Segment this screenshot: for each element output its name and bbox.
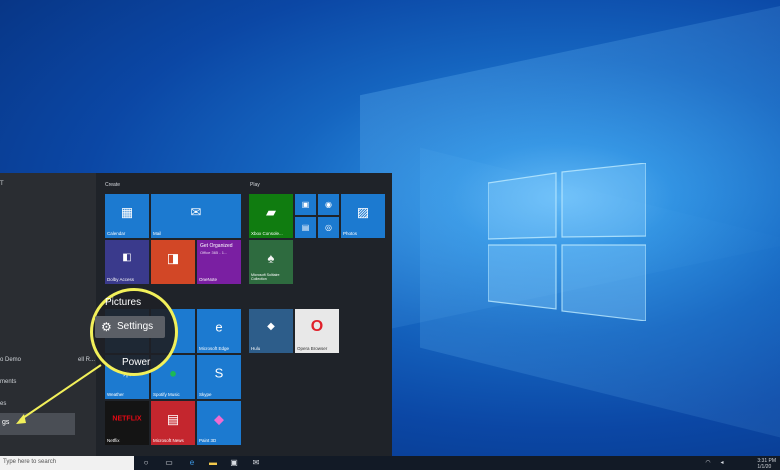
dolby-icon: ◧ bbox=[122, 252, 132, 264]
tile-label: Calendar bbox=[107, 231, 126, 236]
tile-label: Mail bbox=[153, 231, 162, 236]
tile-skype[interactable]: S Skype bbox=[197, 355, 241, 399]
tile-label: Xbox Console... bbox=[251, 231, 283, 236]
callout-power[interactable]: Power bbox=[122, 357, 150, 368]
tile-solitaire[interactable]: ♠ Microsoft Solitaire Collection bbox=[249, 240, 293, 284]
search-placeholder: Type here to search bbox=[3, 459, 57, 465]
tile-label: OneNote bbox=[199, 277, 218, 282]
settings-callout: Pictures ⚙ Settings Power bbox=[90, 288, 178, 376]
tile-label: Skype bbox=[199, 392, 212, 397]
spotify-icon: ● bbox=[169, 365, 177, 381]
tile-xbox[interactable]: ▰ Xbox Console... bbox=[249, 194, 293, 238]
calendar-icon: ▦ bbox=[120, 204, 134, 220]
tile-photos[interactable]: ▨ Photos bbox=[341, 194, 385, 238]
volume-icon[interactable]: ◂ bbox=[716, 457, 728, 469]
tile-paint3d[interactable]: ◆ Paint 3D bbox=[197, 401, 241, 445]
tile-dolby[interactable]: ◧ Dolby Access bbox=[105, 240, 149, 284]
tile-movies[interactable]: ▣ bbox=[295, 194, 316, 215]
app-list-item[interactable]: o Demo bbox=[0, 357, 21, 363]
taskbar: Type here to search ○ ▭ e ▬ ▣ ✉ ◠ ◂ 3:31… bbox=[0, 456, 780, 470]
app-list-item[interactable]: ments bbox=[0, 379, 16, 385]
tile-promo-text: Get Organized bbox=[200, 243, 233, 249]
edge-taskbar-icon[interactable]: e bbox=[186, 457, 198, 469]
skype-icon: S bbox=[214, 365, 224, 381]
cards-icon: ♠ bbox=[267, 250, 275, 266]
tile-onenote[interactable]: Get Organized Office 365 - 1... OneNote bbox=[197, 240, 241, 284]
cortana-icon[interactable]: ○ bbox=[140, 457, 152, 469]
tile-label: Netflix bbox=[107, 438, 120, 443]
tile-label: Opera Browser bbox=[297, 346, 328, 351]
tile-calculator[interactable]: ▤ bbox=[295, 217, 316, 238]
tile-label: Microsoft News bbox=[153, 438, 184, 443]
tile-calendar[interactable]: ▦ Calendar bbox=[105, 194, 149, 238]
mail-taskbar-icon[interactable]: ✉ bbox=[250, 457, 262, 469]
network-icon[interactable]: ◠ bbox=[702, 457, 714, 469]
tile-camera[interactable]: ◎ bbox=[318, 217, 339, 238]
tile-groove[interactable]: ◉ bbox=[318, 194, 339, 215]
sidebar-settings-item[interactable]: gs bbox=[0, 413, 75, 435]
edge-icon: e bbox=[215, 319, 223, 335]
tile-promo-subtext: Office 365 - 1... bbox=[200, 250, 228, 255]
calculator-icon: ▤ bbox=[301, 222, 310, 232]
xbox-icon: ▰ bbox=[266, 204, 276, 220]
tile-label: Microsoft Solitaire Collection bbox=[251, 273, 280, 282]
photos-icon: ▨ bbox=[356, 204, 370, 220]
windows-logo bbox=[487, 162, 647, 322]
tile-label: Dolby Access bbox=[107, 277, 135, 282]
tile-label: Microsoft Edge bbox=[199, 346, 230, 351]
app-list: T o Demo ell R... ments es gs bbox=[0, 173, 96, 456]
tile-edge[interactable]: e Microsoft Edge bbox=[197, 309, 241, 353]
tile-label: Spotify Music bbox=[153, 392, 180, 397]
tile-opera[interactable]: O Opera Browser bbox=[295, 309, 339, 353]
mail-icon: ✉ bbox=[190, 204, 202, 220]
tile-label: Hulu bbox=[251, 346, 261, 351]
callout-pictures[interactable]: Pictures bbox=[105, 297, 141, 308]
tile-label: Paint 3D bbox=[199, 438, 217, 443]
task-view-icon[interactable]: ▭ bbox=[163, 457, 175, 469]
store-icon[interactable]: ▣ bbox=[228, 457, 240, 469]
app-list-item[interactable]: T bbox=[0, 181, 4, 187]
settings-label: Settings bbox=[117, 321, 154, 332]
gear-icon: ⚙ bbox=[101, 320, 112, 334]
file-explorer-icon[interactable]: ▬ bbox=[207, 457, 219, 469]
office-icon: ◨ bbox=[166, 250, 180, 266]
tile-label: Photos bbox=[343, 231, 358, 236]
app-icon: ◆ bbox=[267, 321, 275, 333]
news-icon: ▤ bbox=[166, 411, 180, 427]
tile-office[interactable]: ◨ bbox=[151, 240, 195, 284]
group-title-play: Play bbox=[250, 182, 260, 188]
group-title-create: Create bbox=[105, 182, 121, 188]
netflix-logo: NETFLIX bbox=[112, 415, 142, 423]
paint3d-icon: ◆ bbox=[214, 411, 224, 427]
app-list-item[interactable]: es bbox=[0, 401, 6, 407]
tile-netflix[interactable]: NETFLIX Netflix bbox=[105, 401, 149, 445]
opera-icon: O bbox=[310, 318, 324, 336]
tile-news[interactable]: ▤ Microsoft News bbox=[151, 401, 195, 445]
start-menu: T o Demo ell R... ments es gs Create Pla… bbox=[0, 173, 392, 456]
tile-hulu[interactable]: ◆ Hulu bbox=[249, 309, 293, 353]
tile-mail[interactable]: ✉ Mail bbox=[151, 194, 241, 238]
disc-icon: ◉ bbox=[325, 199, 332, 209]
settings-button[interactable]: ⚙ Settings bbox=[95, 316, 165, 338]
app-list-marker: ell R... bbox=[78, 357, 96, 363]
camera-icon: ◎ bbox=[325, 222, 332, 232]
sidebar-settings-label: gs bbox=[2, 419, 10, 426]
clock-date: 1/1/20 bbox=[757, 464, 772, 470]
clock[interactable]: 3:31 PM 1/1/20 bbox=[757, 458, 776, 470]
tile-label: Weather bbox=[107, 392, 124, 397]
film-icon: ▣ bbox=[301, 199, 310, 209]
search-box[interactable]: Type here to search bbox=[0, 456, 134, 470]
